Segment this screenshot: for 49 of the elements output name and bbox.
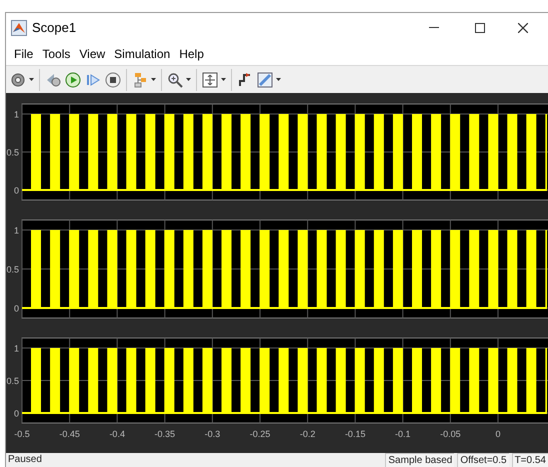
x-tick-label: -0.3 (204, 429, 220, 439)
fit-icon (202, 72, 218, 88)
x-tick-label: -0.25 (250, 429, 270, 439)
x-tick-label: -0.15 (344, 429, 366, 439)
status-text: Paused (7, 453, 43, 467)
y-tick-label: 0.5 (6, 148, 19, 158)
y-tick-label: 0 (14, 408, 19, 418)
caret-icon (276, 78, 281, 81)
x-tick-label: 0 (496, 429, 500, 439)
x-tick-label: -0.2 (300, 429, 316, 439)
y-tick-label: 1 (14, 226, 19, 236)
y-tick-label: 1 (14, 110, 19, 120)
status-field: T=0.54 (512, 453, 548, 467)
y-tick-label: 0 (14, 186, 19, 196)
x-tick-label: -0.05 (440, 429, 461, 439)
status-field: Sample based (385, 453, 454, 467)
x-tick-label: -0.35 (154, 429, 176, 439)
play-icon (65, 72, 81, 88)
x-tick-label: -0.5 (14, 429, 30, 439)
stop-icon (105, 72, 121, 88)
y-tick-label: 1 (14, 344, 19, 354)
y-tick-label: 0 (14, 304, 19, 314)
step-forward-icon (85, 72, 101, 88)
status-field: Offset=0.5 (457, 453, 509, 467)
app-icon (11, 20, 27, 36)
x-tick-label: -0.45 (59, 429, 80, 439)
x-tick-label: -0.4 (109, 429, 125, 439)
window-title: Scope1 (32, 18, 76, 37)
x-tick-label: -0.1 (395, 429, 411, 439)
menu-item[interactable]: Simulation (110, 44, 174, 62)
y-tick-label: 0.5 (6, 376, 19, 386)
caret-icon (221, 78, 226, 81)
step-back-icon (45, 72, 61, 88)
block-diagram-icon (132, 72, 148, 88)
minimize-icon (429, 27, 439, 28)
step-signal-icon (237, 72, 253, 88)
caret-icon (186, 78, 191, 81)
menu-item[interactable]: File (10, 44, 38, 62)
ruler-icon (257, 72, 273, 88)
maximize-icon (475, 22, 485, 32)
gear-icon (10, 72, 26, 88)
y-tick-label: 0.5 (6, 264, 19, 274)
menu-item[interactable]: Tools (38, 44, 74, 62)
close-icon (518, 22, 528, 32)
zoom-in-icon (167, 72, 183, 88)
menu-item[interactable]: View (75, 44, 110, 62)
caret-icon (29, 78, 34, 81)
caret-icon (151, 78, 156, 81)
menu-item[interactable]: Help (175, 44, 208, 62)
